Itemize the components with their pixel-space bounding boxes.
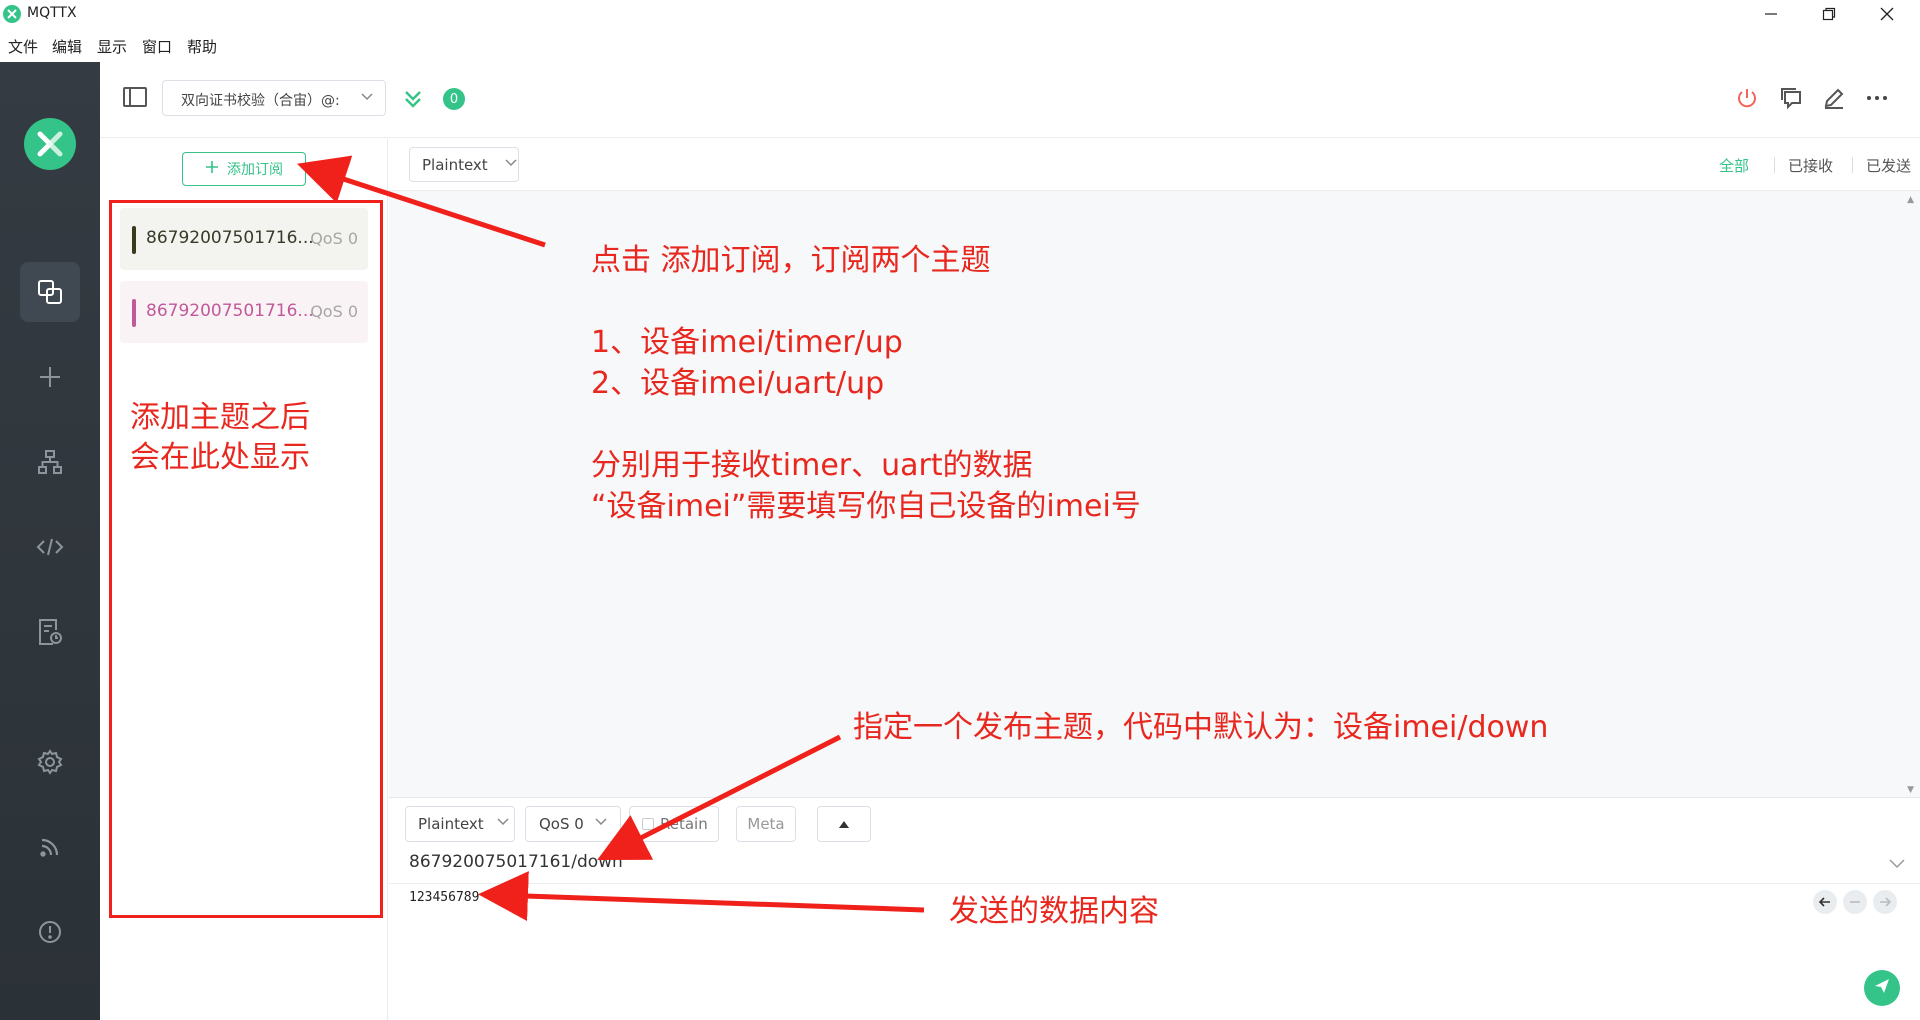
connection-header: 双向证书校验（合宙）@: 0 [100,62,1920,138]
connection-name: 双向证书校验（合宙）@: [181,93,340,109]
mqttx-logo-icon [24,118,76,170]
send-icon [1873,977,1891,999]
rss-icon[interactable] [20,817,80,877]
caret-up-icon [838,815,850,833]
filter-sent-tab[interactable]: 已发送 [1866,155,1911,176]
chat-icon[interactable] [1777,84,1805,112]
code-icon[interactable] [20,517,80,577]
minimize-icon[interactable] [1742,0,1800,28]
menu-file[interactable]: 文件 [8,36,38,57]
meta-label: Meta [747,815,785,833]
chevron-down-icon [504,156,518,174]
hierarchy-icon[interactable] [20,432,80,492]
publish-qos-select[interactable]: QoS 0 [525,806,621,842]
plus-icon[interactable] [20,347,80,407]
annotation-publish-topic-note: 指定一个发布主题，代码中默认为：设备imei/down [853,710,1549,745]
payload-type-value: Plaintext [422,155,488,174]
close-icon[interactable] [1858,0,1916,28]
annotation-payload-note: 发送的数据内容 [949,894,1159,929]
chevron-down-icon [594,815,608,833]
publish-payload-editor[interactable]: 123456789 [409,890,479,905]
connections-icon[interactable] [20,262,80,322]
menu-edit[interactable]: 编辑 [52,36,82,57]
title-bar: MQTTX [0,0,1920,28]
restore-icon[interactable] [1800,0,1858,28]
plus-icon [205,160,219,178]
sidebar-toggle-icon[interactable] [122,86,148,110]
annotation-box [109,200,383,918]
retain-checkbox[interactable]: Retain [629,806,719,842]
gear-icon[interactable] [20,732,80,792]
double-chevron-down-icon[interactable] [402,88,424,114]
send-button[interactable] [1864,970,1900,1006]
annotation-subscription-note: 添加主题之后 会在此处显示 [130,400,310,475]
publish-topic-input[interactable]: 867920075017161/down [409,852,623,872]
menu-window[interactable]: 窗口 [142,36,172,57]
message-filter-bar: Plaintext 全部 已接收 已发送 [389,139,1920,191]
connection-select[interactable]: 双向证书校验（合宙）@: [162,80,386,116]
payload-type-select[interactable]: Plaintext [409,147,519,182]
history-next-icon[interactable] [1873,890,1897,914]
retain-label: Retain [660,815,708,833]
chevron-down-icon [359,89,375,109]
scroll-down-icon[interactable]: ▼ [1907,785,1914,795]
publish-payload-type-select[interactable]: Plaintext [405,806,515,842]
history-prev-icon[interactable] [1813,890,1837,914]
app-sidebar [0,62,100,1020]
menu-help[interactable]: 帮助 [187,36,217,57]
checkbox-box [642,818,654,830]
menu-view[interactable]: 显示 [97,36,127,57]
publish-payload-type-value: Plaintext [418,815,484,833]
annotation-main-note: 点击 添加订阅，订阅两个主题 1、设备imei/timer/up 2、设备ime… [591,243,1141,524]
window-title: MQTTX [27,5,77,21]
expand-publish-button[interactable] [817,806,871,842]
log-icon[interactable] [20,602,80,662]
filter-received-tab[interactable]: 已接收 [1788,155,1833,176]
divider [1852,157,1853,173]
info-icon[interactable] [20,902,80,962]
divider [389,883,1920,884]
divider [1774,157,1775,173]
disconnect-icon[interactable] [1733,84,1761,112]
meta-button[interactable]: Meta [736,806,796,842]
chevron-down-icon[interactable] [1888,856,1906,875]
message-count-badge: 0 [443,88,465,110]
history-clear-icon[interactable] [1843,890,1867,914]
filter-all-tab[interactable]: 全部 [1719,155,1749,176]
add-subscription-label: 添加订阅 [227,162,283,178]
app-logo-icon [3,5,21,23]
more-icon[interactable] [1863,84,1891,112]
edit-icon[interactable] [1820,84,1848,112]
scroll-up-icon[interactable]: ▲ [1907,195,1914,205]
chevron-down-icon [496,815,510,833]
publish-qos-value: QoS 0 [539,815,584,833]
add-subscription-button[interactable]: 添加订阅 [182,152,306,186]
menu-bar: 文件 编辑 显示 窗口 帮助 [0,30,1920,61]
